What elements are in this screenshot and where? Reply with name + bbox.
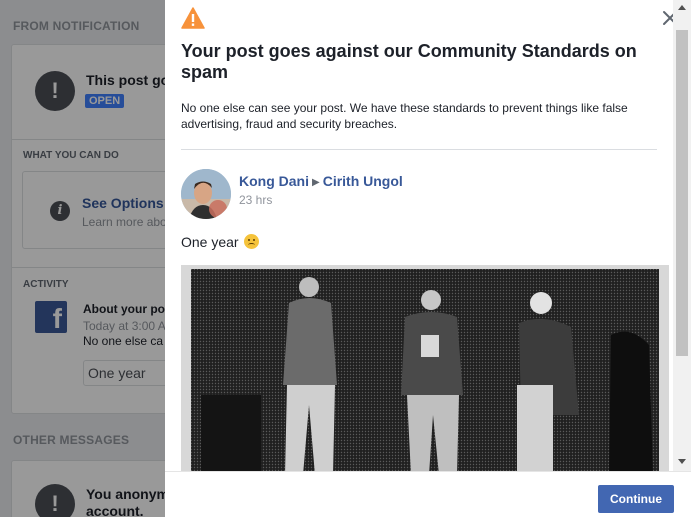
dialog-description: No one else can see your post. We have t… bbox=[181, 101, 628, 131]
continue-button[interactable]: Continue bbox=[598, 485, 674, 513]
post-text-content: One year bbox=[181, 234, 239, 250]
divider bbox=[181, 149, 657, 150]
dialog-title: Your post goes against our Community Sta… bbox=[181, 41, 637, 82]
scrollbar-thumb[interactable] bbox=[676, 30, 688, 356]
post-photo-image bbox=[181, 265, 669, 471]
destination-name-link[interactable]: Cirith Ungol bbox=[323, 173, 403, 189]
sad-face-emoji-icon bbox=[244, 234, 260, 249]
post-timestamp[interactable]: 23 hrs bbox=[239, 193, 272, 207]
scroll-down-arrow-icon[interactable] bbox=[678, 459, 686, 464]
dialog-scroll-area[interactable]: Your post goes against our Community Sta… bbox=[165, 0, 673, 471]
author-avatar[interactable] bbox=[181, 169, 231, 219]
dialog-scrollbar[interactable] bbox=[673, 0, 691, 471]
dialog-footer: Continue bbox=[165, 471, 691, 517]
triangle-right-icon: ▶ bbox=[312, 177, 320, 188]
scroll-up-arrow-icon[interactable] bbox=[678, 5, 686, 10]
post-photo[interactable] bbox=[181, 265, 669, 471]
post-text: One year bbox=[181, 234, 260, 250]
post-author-line: Kong Dani ▶ Cirith Ungol bbox=[239, 173, 403, 189]
avatar-image bbox=[181, 169, 231, 219]
community-standards-dialog: Your post goes against our Community Sta… bbox=[165, 0, 691, 517]
author-name-link[interactable]: Kong Dani bbox=[239, 173, 309, 189]
warning-triangle-icon bbox=[181, 7, 205, 29]
